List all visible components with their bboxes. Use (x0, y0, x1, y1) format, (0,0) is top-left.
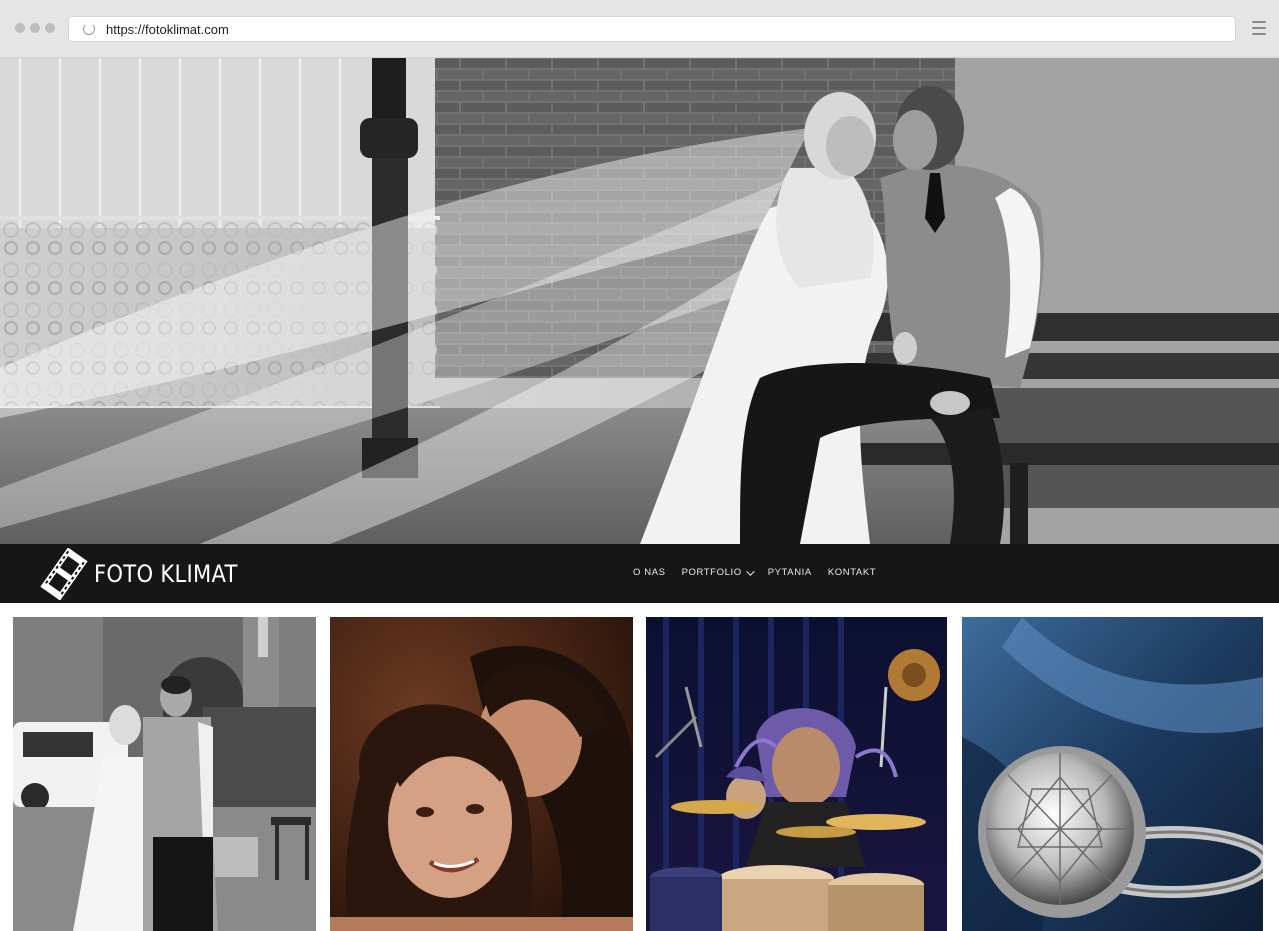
jewelry-photo (962, 617, 1263, 931)
window-zoom-dot[interactable] (45, 23, 55, 33)
portrait-photo (330, 617, 633, 931)
browser-toolbar: https://fotoklimat.com (0, 0, 1279, 58)
gallery-item-concert[interactable] (646, 617, 947, 931)
nav-label-pytania: PYTANIA (767, 567, 812, 578)
wedding-photo (13, 617, 316, 931)
gallery-item-wedding[interactable] (13, 617, 316, 931)
reload-icon[interactable] (83, 23, 95, 35)
url-text[interactable]: https://fotoklimat.com (106, 22, 229, 37)
nav-label-portfolio: PORTFOLIO (681, 567, 742, 578)
film-strip-logo-icon (40, 548, 88, 600)
portfolio-gallery (0, 603, 1279, 931)
address-bar[interactable]: https://fotoklimat.com (68, 16, 1236, 42)
main-menu: O NAS PORTFOLIO PYTANIA KONTAKT (633, 566, 892, 578)
gallery-item-portrait[interactable] (330, 617, 633, 931)
gallery-item-jewelry[interactable] (962, 617, 1263, 931)
nav-item-o-nas[interactable]: O NAS (633, 567, 666, 578)
site-navbar: FOTO KLIMAT O NAS PORTFOLIO PYTANIA KONT… (0, 544, 1279, 603)
chevron-down-icon (745, 566, 755, 576)
hamburger-menu-icon[interactable] (1252, 21, 1266, 35)
window-close-dot[interactable] (15, 23, 25, 33)
nav-label-kontakt: KONTAKT (827, 567, 877, 578)
nav-item-kontakt[interactable]: KONTAKT (828, 567, 876, 578)
nav-label-o-nas: O NAS (633, 567, 666, 578)
hero-image (0, 58, 1279, 544)
hero-photo (0, 58, 1279, 544)
site-logo[interactable]: FOTO KLIMAT (40, 548, 257, 600)
window-controls (15, 23, 55, 33)
concert-photo (646, 617, 947, 931)
nav-item-portfolio[interactable]: PORTFOLIO (681, 566, 755, 578)
logo-text: FOTO KLIMAT (94, 560, 238, 588)
window-minimize-dot[interactable] (30, 23, 40, 33)
nav-item-pytania[interactable]: PYTANIA (768, 567, 812, 578)
